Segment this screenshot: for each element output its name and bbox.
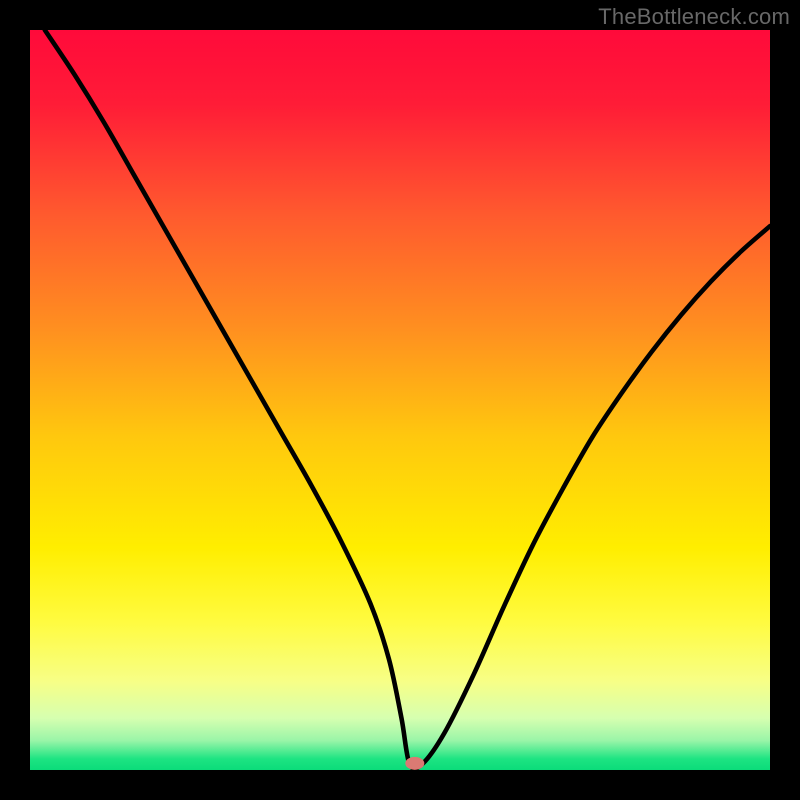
chart-frame: TheBottleneck.com xyxy=(0,0,800,800)
plot-svg xyxy=(30,30,770,770)
optimal-point-marker xyxy=(405,757,424,770)
gradient-background xyxy=(30,30,770,770)
watermark-text: TheBottleneck.com xyxy=(598,4,790,30)
plot-area xyxy=(30,30,770,770)
